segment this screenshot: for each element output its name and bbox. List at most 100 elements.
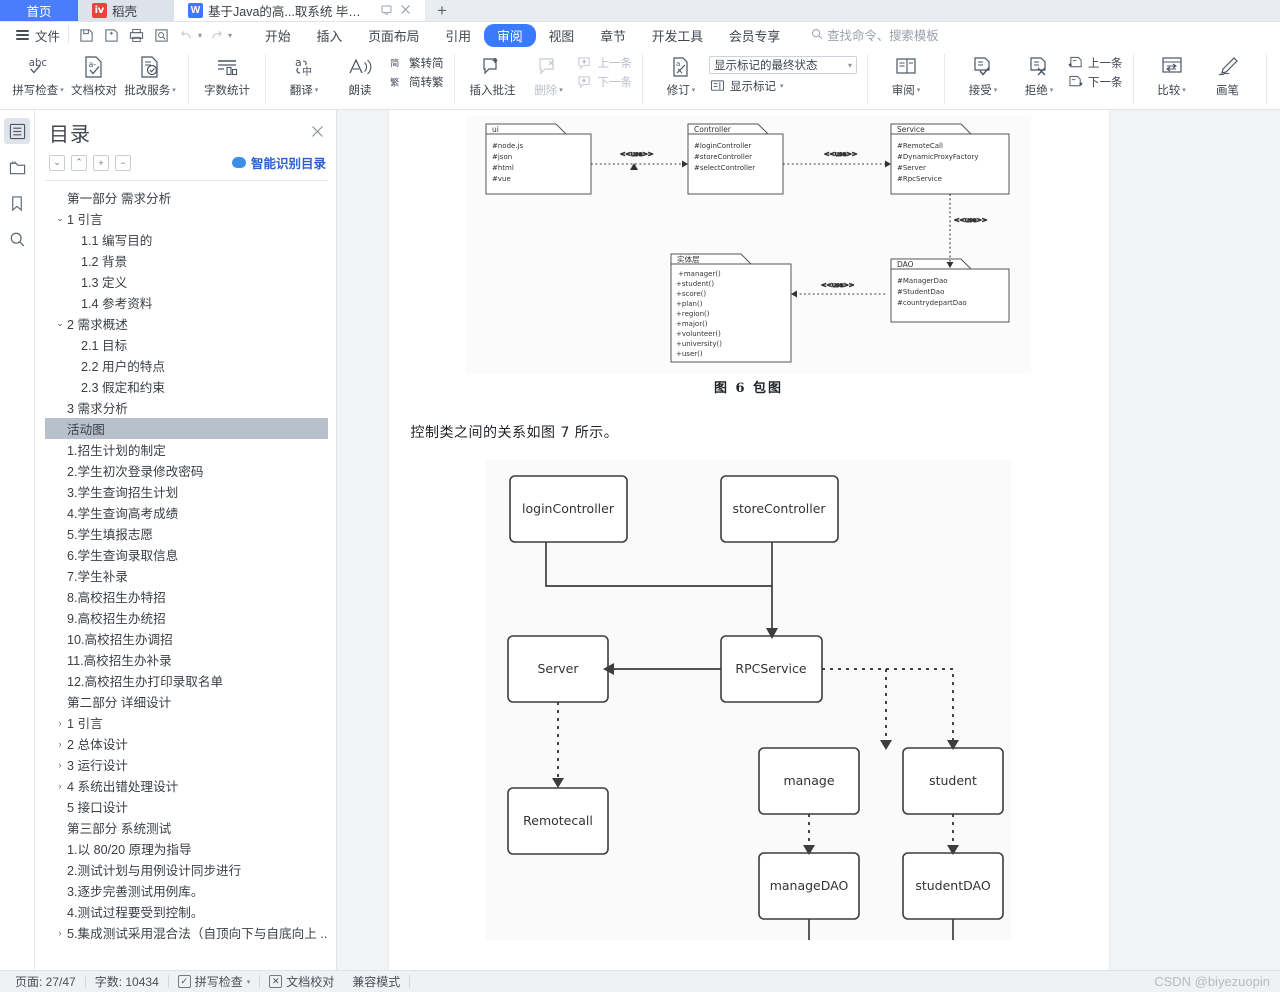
reject-change-button[interactable]: 拒绝 ▾: [1011, 50, 1067, 98]
toc-item[interactable]: 1.2 背景: [45, 250, 328, 271]
accept-change-button[interactable]: 接受 ▾: [955, 50, 1011, 98]
reviewing-pane-button[interactable]: 审阅 ▾: [878, 50, 934, 98]
toc-item[interactable]: 1.3 定义: [45, 271, 328, 292]
tab-start[interactable]: 开始: [252, 24, 304, 47]
tab-view[interactable]: 视图: [536, 24, 588, 47]
chevron-down-icon[interactable]: ⌄: [53, 213, 67, 224]
toc-item[interactable]: 4.学生查询高考成绩: [45, 502, 328, 523]
chevron-down-icon[interactable]: ▾: [848, 61, 852, 70]
tab-page-layout[interactable]: 页面布局: [355, 24, 432, 47]
toc-list[interactable]: 第一部分 需求分析 ⌄ 1 引言 1.1 编写目的 1.2 背景 1.3 定义 1…: [45, 180, 328, 970]
collapse-up-icon[interactable]: ⌃: [71, 154, 87, 171]
chevron-down-icon[interactable]: ▾: [60, 86, 64, 94]
document-canvas[interactable]: ui #node.js #json #html #vue Controller …: [337, 110, 1280, 970]
toc-item[interactable]: ⌄ 1 引言: [45, 208, 328, 229]
toc-item[interactable]: › 2 总体设计: [45, 733, 328, 754]
customize-qat-icon[interactable]: ▾: [228, 31, 232, 40]
document-page[interactable]: ui #node.js #json #html #vue Controller …: [388, 110, 1109, 970]
toc-item[interactable]: 3 需求分析: [45, 397, 328, 418]
toc-item-selected[interactable]: 活动图: [45, 418, 328, 439]
proofread-status-button[interactable]: ✕ 文档校对: [260, 973, 343, 990]
tab-docer[interactable]: ⅳ 稻壳: [78, 0, 174, 21]
collapse-down-icon[interactable]: ⌄: [49, 154, 65, 171]
print-icon[interactable]: [125, 25, 147, 45]
toc-item[interactable]: 6.学生查询录取信息: [45, 544, 328, 565]
chevron-down-icon[interactable]: ▾: [1182, 86, 1186, 94]
collapse-all-icon[interactable]: −: [115, 154, 131, 171]
page-indicator[interactable]: 页面: 27/47: [6, 973, 85, 990]
chevron-right-icon[interactable]: ›: [53, 781, 67, 791]
tab-document[interactable]: W 基于Java的高...取系统 毕业论文: [174, 0, 425, 21]
close-icon[interactable]: [311, 125, 324, 141]
chevron-down-icon[interactable]: ▾: [1050, 86, 1054, 94]
chevron-right-icon[interactable]: ›: [53, 760, 67, 770]
search-pane-icon[interactable]: [4, 226, 30, 252]
smart-toc-button[interactable]: 智能识别目录: [231, 153, 326, 172]
chevron-down-icon[interactable]: ▾: [172, 86, 176, 94]
undo-dropdown-icon[interactable]: ▾: [198, 31, 202, 40]
toc-item[interactable]: 2.2 用户的特点: [45, 355, 328, 376]
chevron-down-icon[interactable]: ▾: [692, 86, 696, 94]
restrict-editing-button[interactable]: 限制编辑: [1277, 50, 1280, 98]
trad-to-simp-button[interactable]: 简 繁转简: [388, 55, 444, 71]
toc-item[interactable]: › 3 运行设计: [45, 754, 328, 775]
display-for-review-select[interactable]: 显示标记的最终状态 ▾: [709, 56, 857, 74]
previous-change-button[interactable]: 上一条: [1067, 55, 1123, 71]
toc-item[interactable]: 1.4 参考资料: [45, 292, 328, 313]
toc-item[interactable]: 3.逐步完善测试用例库。: [45, 880, 328, 901]
command-search[interactable]: 查找命令、搜索模板: [811, 26, 939, 44]
restore-icon[interactable]: [381, 4, 392, 18]
previous-comment-button[interactable]: 上一条: [577, 55, 632, 71]
next-change-button[interactable]: 下一条: [1067, 74, 1123, 90]
chevron-down-icon[interactable]: ▾: [780, 82, 784, 90]
toc-item[interactable]: 3.学生查询招生计划: [45, 481, 328, 502]
chevron-down-icon[interactable]: ▾: [559, 86, 563, 94]
expand-all-icon[interactable]: +: [93, 154, 109, 171]
tab-references[interactable]: 引用: [432, 24, 484, 47]
chevron-right-icon[interactable]: ›: [53, 928, 67, 938]
tab-chapter[interactable]: 章节: [587, 24, 639, 47]
chevron-down-icon[interactable]: ▾: [315, 86, 319, 94]
redo-icon[interactable]: [205, 25, 227, 45]
toc-item[interactable]: 2.1 目标: [45, 334, 328, 355]
save-as-icon[interactable]: [100, 25, 122, 45]
tab-developer[interactable]: 开发工具: [639, 24, 716, 47]
spellcheck-button[interactable]: abc 拼写检查 ▾: [10, 50, 66, 98]
toc-item[interactable]: 5 接口设计: [45, 796, 328, 817]
chevron-down-icon[interactable]: ▾: [247, 978, 251, 986]
tab-insert[interactable]: 插入: [304, 24, 356, 47]
toc-item[interactable]: 2.测试计划与用例设计同步进行: [45, 859, 328, 880]
toc-item[interactable]: 2.学生初次登录修改密码: [45, 460, 328, 481]
toc-item[interactable]: 第三部分 系统测试: [45, 817, 328, 838]
thumbnail-pane-icon[interactable]: [4, 154, 30, 180]
word-count-button[interactable]: 字数统计: [199, 50, 255, 98]
tab-member[interactable]: 会员专享: [716, 24, 793, 47]
chevron-right-icon[interactable]: ›: [53, 718, 67, 728]
compatibility-mode-indicator[interactable]: 兼容模式: [343, 973, 409, 990]
undo-icon[interactable]: [175, 25, 197, 45]
read-aloud-button[interactable]: 朗读: [332, 50, 388, 98]
new-tab-button[interactable]: +: [425, 0, 459, 21]
toc-item[interactable]: 12.高校招生办打印录取名单: [45, 670, 328, 691]
translate-button[interactable]: a中 翻译 ▾: [276, 50, 332, 98]
toc-item[interactable]: 11.高校招生办补录: [45, 649, 328, 670]
toc-item[interactable]: 4.测试过程要受到控制。: [45, 901, 328, 922]
spellcheck-status-button[interactable]: ✓ 拼写检查 ▾: [169, 973, 260, 990]
close-icon[interactable]: [400, 4, 411, 18]
toc-item[interactable]: › 1 引言: [45, 712, 328, 733]
save-icon[interactable]: [75, 25, 97, 45]
toc-item[interactable]: 1.招生计划的制定: [45, 439, 328, 460]
toc-item[interactable]: 1.以 80/20 原理为指导: [45, 838, 328, 859]
toc-item[interactable]: 5.学生填报志愿: [45, 523, 328, 544]
ink-pen-button[interactable]: 画笔: [1200, 50, 1256, 98]
simp-to-trad-button[interactable]: 繁 简转繁: [388, 74, 444, 90]
chevron-down-icon[interactable]: ▾: [994, 86, 998, 94]
next-comment-button[interactable]: 下一条: [577, 74, 632, 90]
toc-item[interactable]: 第一部分 需求分析: [45, 187, 328, 208]
compare-button[interactable]: 比较 ▾: [1144, 50, 1200, 98]
track-changes-button[interactable]: a 修订 ▾: [653, 50, 709, 98]
toc-item[interactable]: 7.学生补录: [45, 565, 328, 586]
chevron-down-icon[interactable]: ⌄: [53, 318, 67, 329]
toc-item[interactable]: 2.3 假定和约束: [45, 376, 328, 397]
tab-home[interactable]: 首页: [0, 0, 78, 21]
